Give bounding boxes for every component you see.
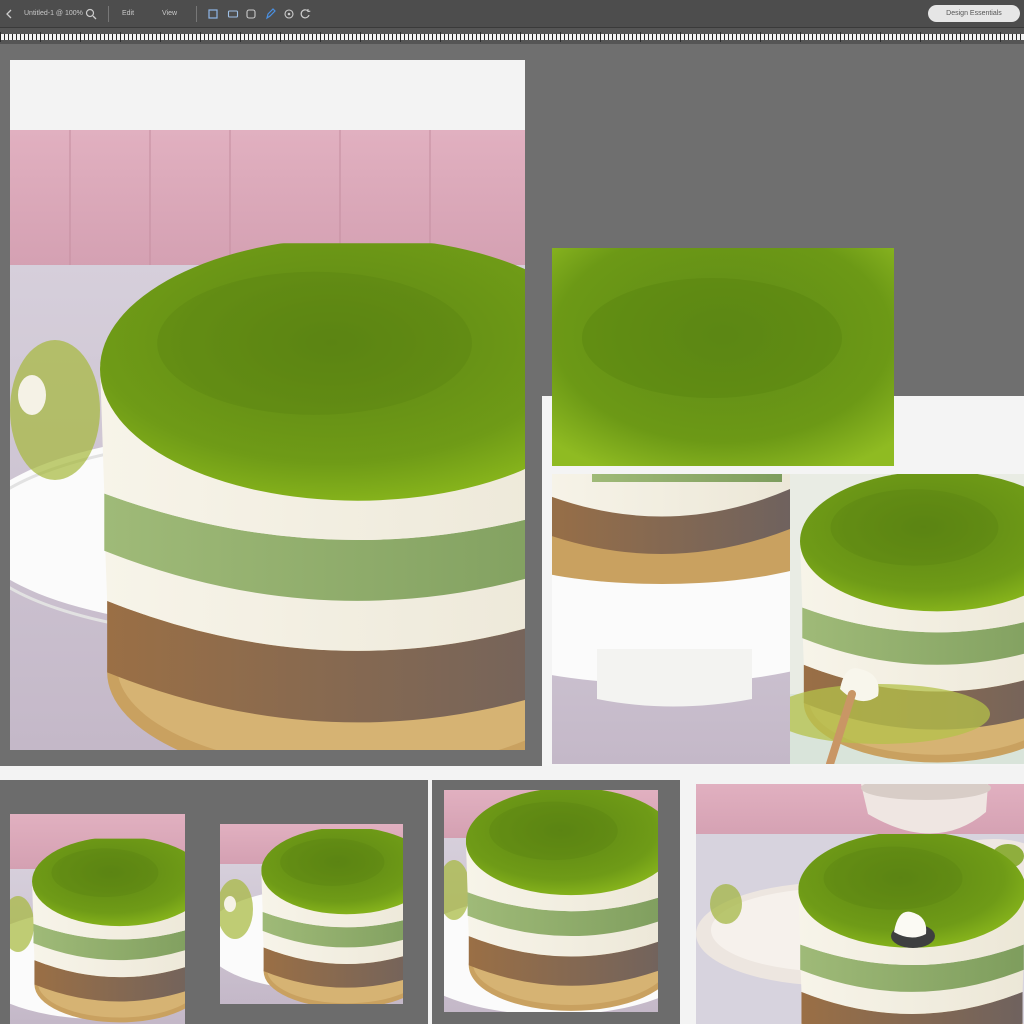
thumbnail-4[interactable] — [696, 784, 1024, 1024]
history-icon[interactable] — [298, 7, 312, 21]
back-icon[interactable] — [4, 7, 14, 21]
toolbar-divider — [196, 6, 197, 22]
ruler-ticks — [0, 32, 1024, 42]
link-icon[interactable] — [226, 7, 240, 21]
thumbnail-2[interactable] — [220, 824, 403, 1004]
matcha-swatch-overlay — [552, 248, 894, 466]
pen-icon[interactable] — [263, 7, 277, 21]
brush-icon[interactable] — [244, 7, 258, 21]
main-cake-photo[interactable] — [10, 60, 525, 750]
cake-base-crop[interactable] — [552, 474, 790, 764]
document-tab[interactable]: Untitled-1 @ 100% — [24, 9, 83, 19]
toolbar-divider — [108, 6, 109, 22]
thumbnail-1[interactable] — [10, 814, 185, 1024]
layers-icon[interactable] — [206, 7, 220, 21]
cake-closeup-crop[interactable] — [790, 474, 1024, 764]
refresh-icon[interactable] — [282, 7, 296, 21]
horizontal-ruler[interactable] — [0, 28, 1024, 44]
zoom-icon[interactable] — [84, 7, 98, 21]
menu-edit[interactable]: Edit — [122, 9, 148, 19]
top-toolbar: Untitled-1 @ 100% Edit View Design Essen… — [0, 0, 1024, 28]
search-field[interactable]: Design Essentials — [928, 5, 1020, 22]
thumbnail-3[interactable] — [444, 790, 658, 1012]
canvas-workspace — [0, 44, 1024, 1024]
menu-view[interactable]: View — [162, 9, 184, 19]
